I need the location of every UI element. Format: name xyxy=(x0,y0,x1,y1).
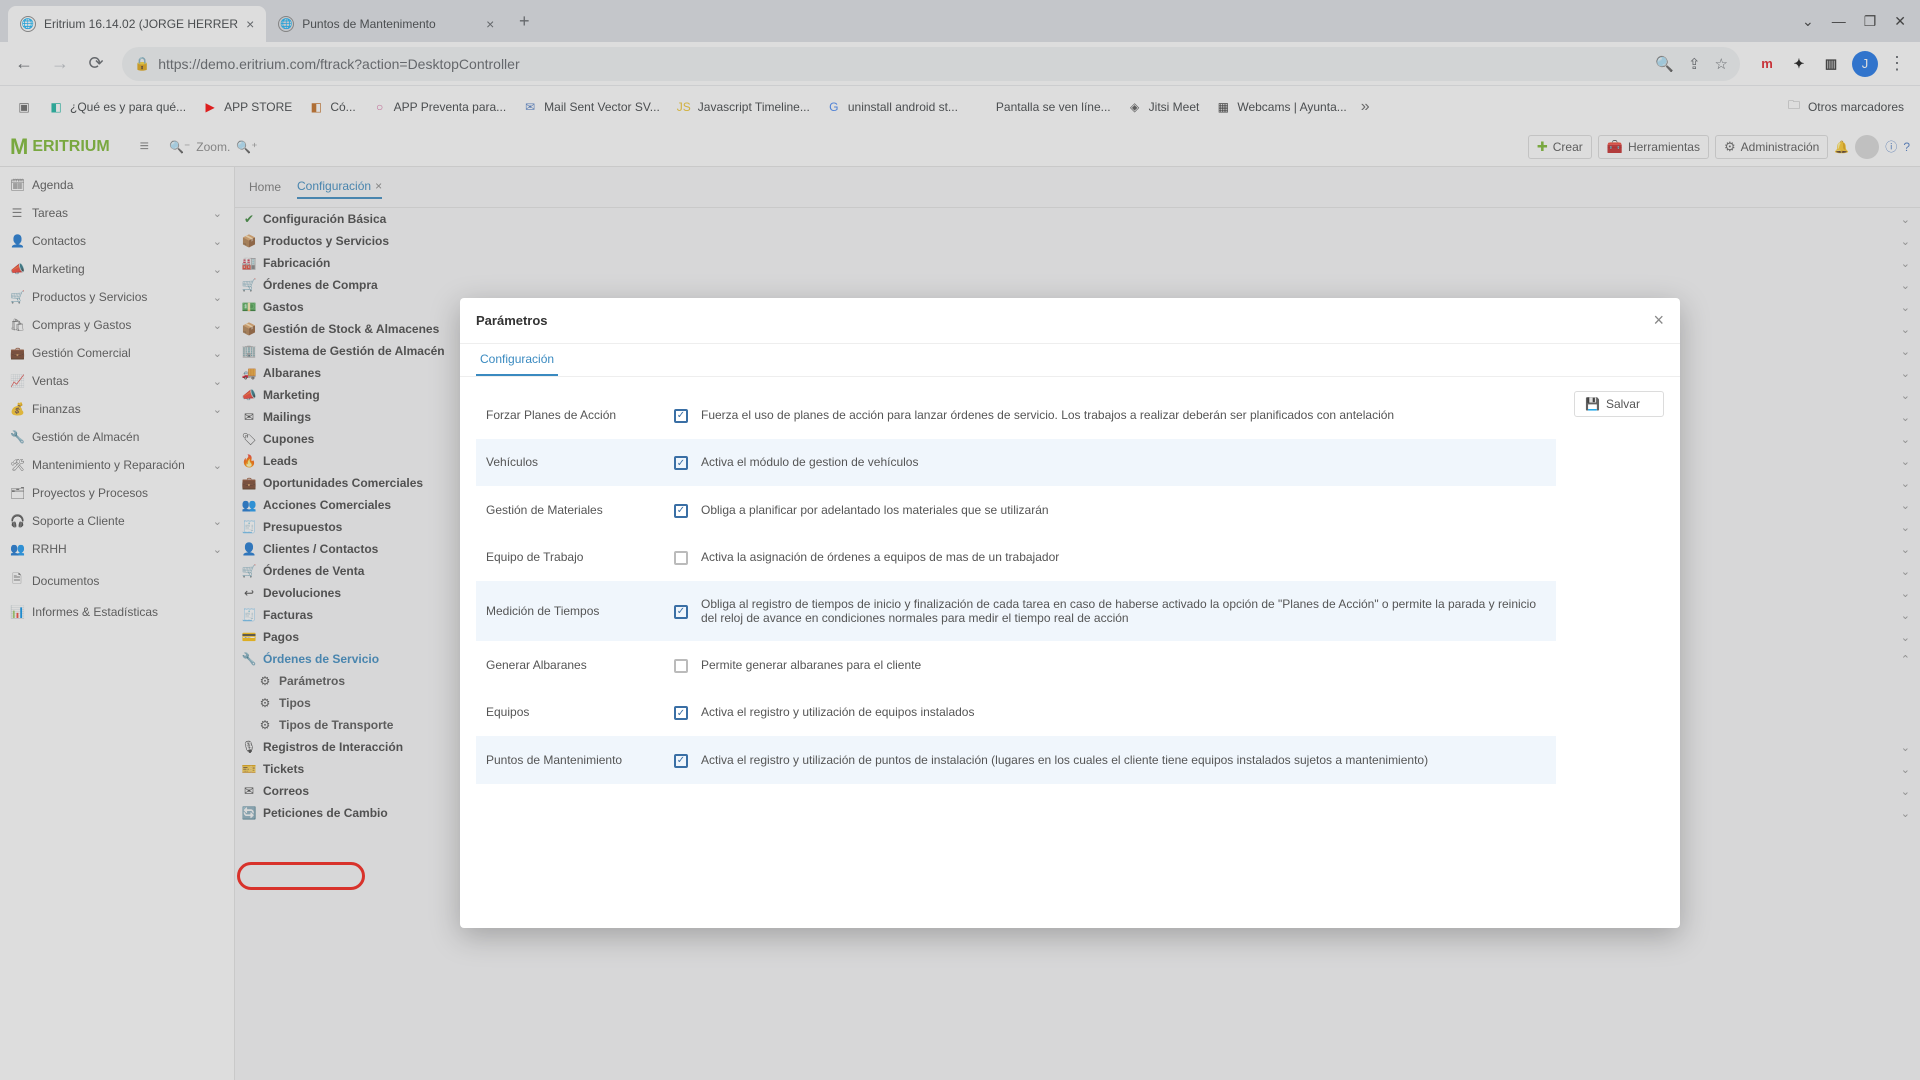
modal-title: Parámetros xyxy=(476,313,548,328)
param-checkbox[interactable]: ✓ xyxy=(674,659,688,673)
param-description: Activa el registro y utilización de punt… xyxy=(701,753,1546,767)
tab-configuracion[interactable]: Configuración xyxy=(476,344,558,376)
param-label: Generar Albaranes xyxy=(486,658,661,672)
param-description: Obliga al registro de tiempos de inicio … xyxy=(701,597,1546,625)
param-row: Equipos ✓ Activa el registro y utilización… xyxy=(476,689,1556,737)
param-row: Gestión de Materiales ✓ Obliga a planifica… xyxy=(476,486,1556,534)
param-label: Puntos de Mantenimiento xyxy=(486,753,661,767)
param-checkbox[interactable]: ✓ xyxy=(674,754,688,768)
param-row: Generar Albaranes ✓ Permite generar albara… xyxy=(476,641,1556,689)
param-checkbox[interactable]: ✓ xyxy=(674,456,688,470)
param-checkbox[interactable]: ✓ xyxy=(674,409,688,423)
save-icon: 💾 xyxy=(1585,397,1600,411)
param-label: Forzar Planes de Acción xyxy=(486,408,661,422)
param-description: Permite generar albaranes para el client… xyxy=(701,658,1546,672)
param-row: Forzar Planes de Acción ✓ Fuerza el uso de… xyxy=(476,391,1556,439)
param-label: Gestión de Materiales xyxy=(486,503,661,517)
param-checkbox[interactable]: ✓ xyxy=(674,504,688,518)
param-description: Activa la asignación de órdenes a equipo… xyxy=(701,550,1546,564)
param-description: Activa el registro y utilización de equi… xyxy=(701,705,1546,719)
param-description: Fuerza el uso de planes de acción para l… xyxy=(701,408,1546,422)
close-icon[interactable]: × xyxy=(1653,310,1664,331)
param-row: Puntos de Mantenimiento ✓ Activa el regist… xyxy=(476,736,1556,784)
param-checkbox[interactable]: ✓ xyxy=(674,551,688,565)
parametros-modal: Parámetros × Configuración Forzar Planes… xyxy=(460,298,1680,928)
param-label: Equipos xyxy=(486,705,661,719)
save-button[interactable]: 💾Salvar xyxy=(1574,391,1664,417)
param-row: Equipo de Trabajo ✓ Activa la asignación d… xyxy=(476,534,1556,582)
param-label: Vehículos xyxy=(486,455,661,469)
param-checkbox[interactable]: ✓ xyxy=(674,605,688,619)
param-label: Equipo de Trabajo xyxy=(486,550,661,564)
param-description: Obliga a planificar por adelantado los m… xyxy=(701,503,1546,517)
param-row: Medición de Tiempos ✓ Obliga al registro d… xyxy=(476,581,1556,641)
param-description: Activa el módulo de gestion de vehículos xyxy=(701,455,1546,469)
param-checkbox[interactable]: ✓ xyxy=(674,706,688,720)
param-label: Medición de Tiempos xyxy=(486,604,661,618)
param-row: Vehículos ✓ Activa el módulo de gestion de… xyxy=(476,439,1556,487)
